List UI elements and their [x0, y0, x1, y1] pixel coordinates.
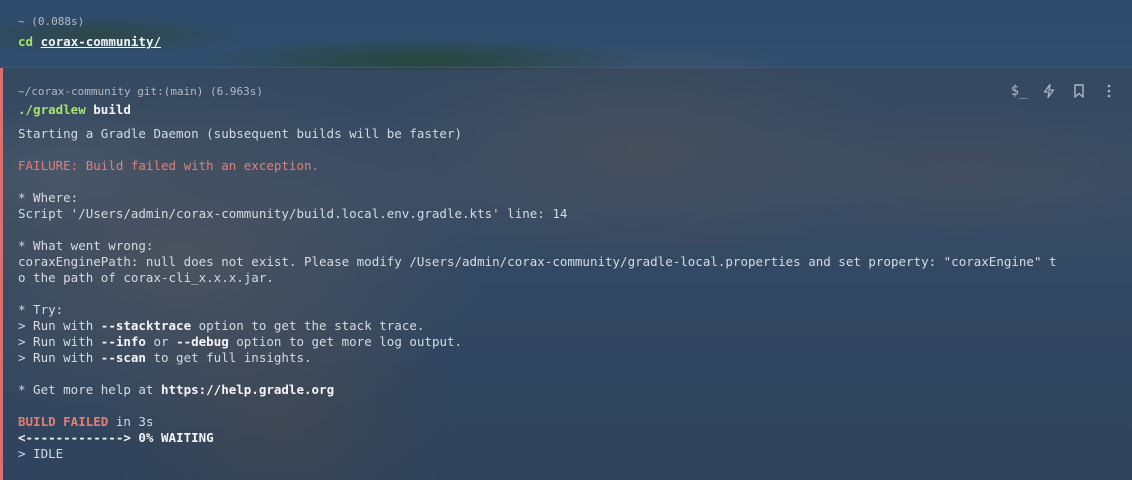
- output-where-header: * Where:: [18, 190, 79, 205]
- output-help: * Get more help at https://help.gradle.o…: [18, 382, 335, 397]
- kebab-menu-icon[interactable]: [1100, 82, 1118, 100]
- output-idle: > IDLE: [18, 446, 64, 461]
- output-try-info: > Run with --info or --debug option to g…: [18, 334, 463, 349]
- output-wrong-line-2: o the path of corax-cli_x.x.x.jar.: [18, 270, 274, 285]
- output-daemon: Starting a Gradle Daemon (subsequent bui…: [18, 126, 463, 141]
- output-wrong-line-1: coraxEnginePath: null does not exist. Pl…: [18, 254, 1057, 269]
- command-argument: build: [93, 102, 131, 117]
- active-command-block[interactable]: $_ ~/corax-community git:(main) (6.963s)…: [0, 67, 1132, 480]
- command-binary: cd: [18, 34, 34, 49]
- help-link[interactable]: https://help.gradle.org: [161, 382, 334, 397]
- block-toolbar: $_: [1010, 82, 1118, 100]
- output-progress: <-------------> 0% WAITING: [18, 430, 214, 445]
- block-meta: ~/corax-community git:(main) (6.963s): [18, 85, 264, 98]
- output-failure: FAILURE: Build failed with an exception.: [18, 158, 320, 173]
- command-argument-path[interactable]: corax-community/: [41, 34, 161, 49]
- output-try-stacktrace: > Run with --stacktrace option to get th…: [18, 318, 425, 333]
- command-line: ./gradlew build: [18, 102, 131, 118]
- command-binary: ./gradlew: [18, 102, 86, 117]
- output-try-header: * Try:: [18, 302, 64, 317]
- lightning-icon[interactable]: [1040, 82, 1058, 100]
- command-line: cd corax-community/: [18, 34, 161, 50]
- error-accent-bar: [0, 68, 3, 480]
- output-build-failed: BUILD FAILED in 3s: [18, 414, 154, 429]
- output-try-scan: > Run with --scan to get full insights.: [18, 350, 312, 365]
- previous-command-block[interactable]: ~ (0.088s) cd corax-community/: [0, 0, 1132, 66]
- bookmark-icon[interactable]: [1070, 82, 1088, 100]
- output-where-detail: Script '/Users/admin/corax-community/bui…: [18, 206, 568, 221]
- output-wrong-header: * What went wrong:: [18, 238, 154, 253]
- dollar-prompt-icon[interactable]: $_: [1010, 82, 1028, 100]
- block-meta: ~ (0.088s): [18, 15, 85, 28]
